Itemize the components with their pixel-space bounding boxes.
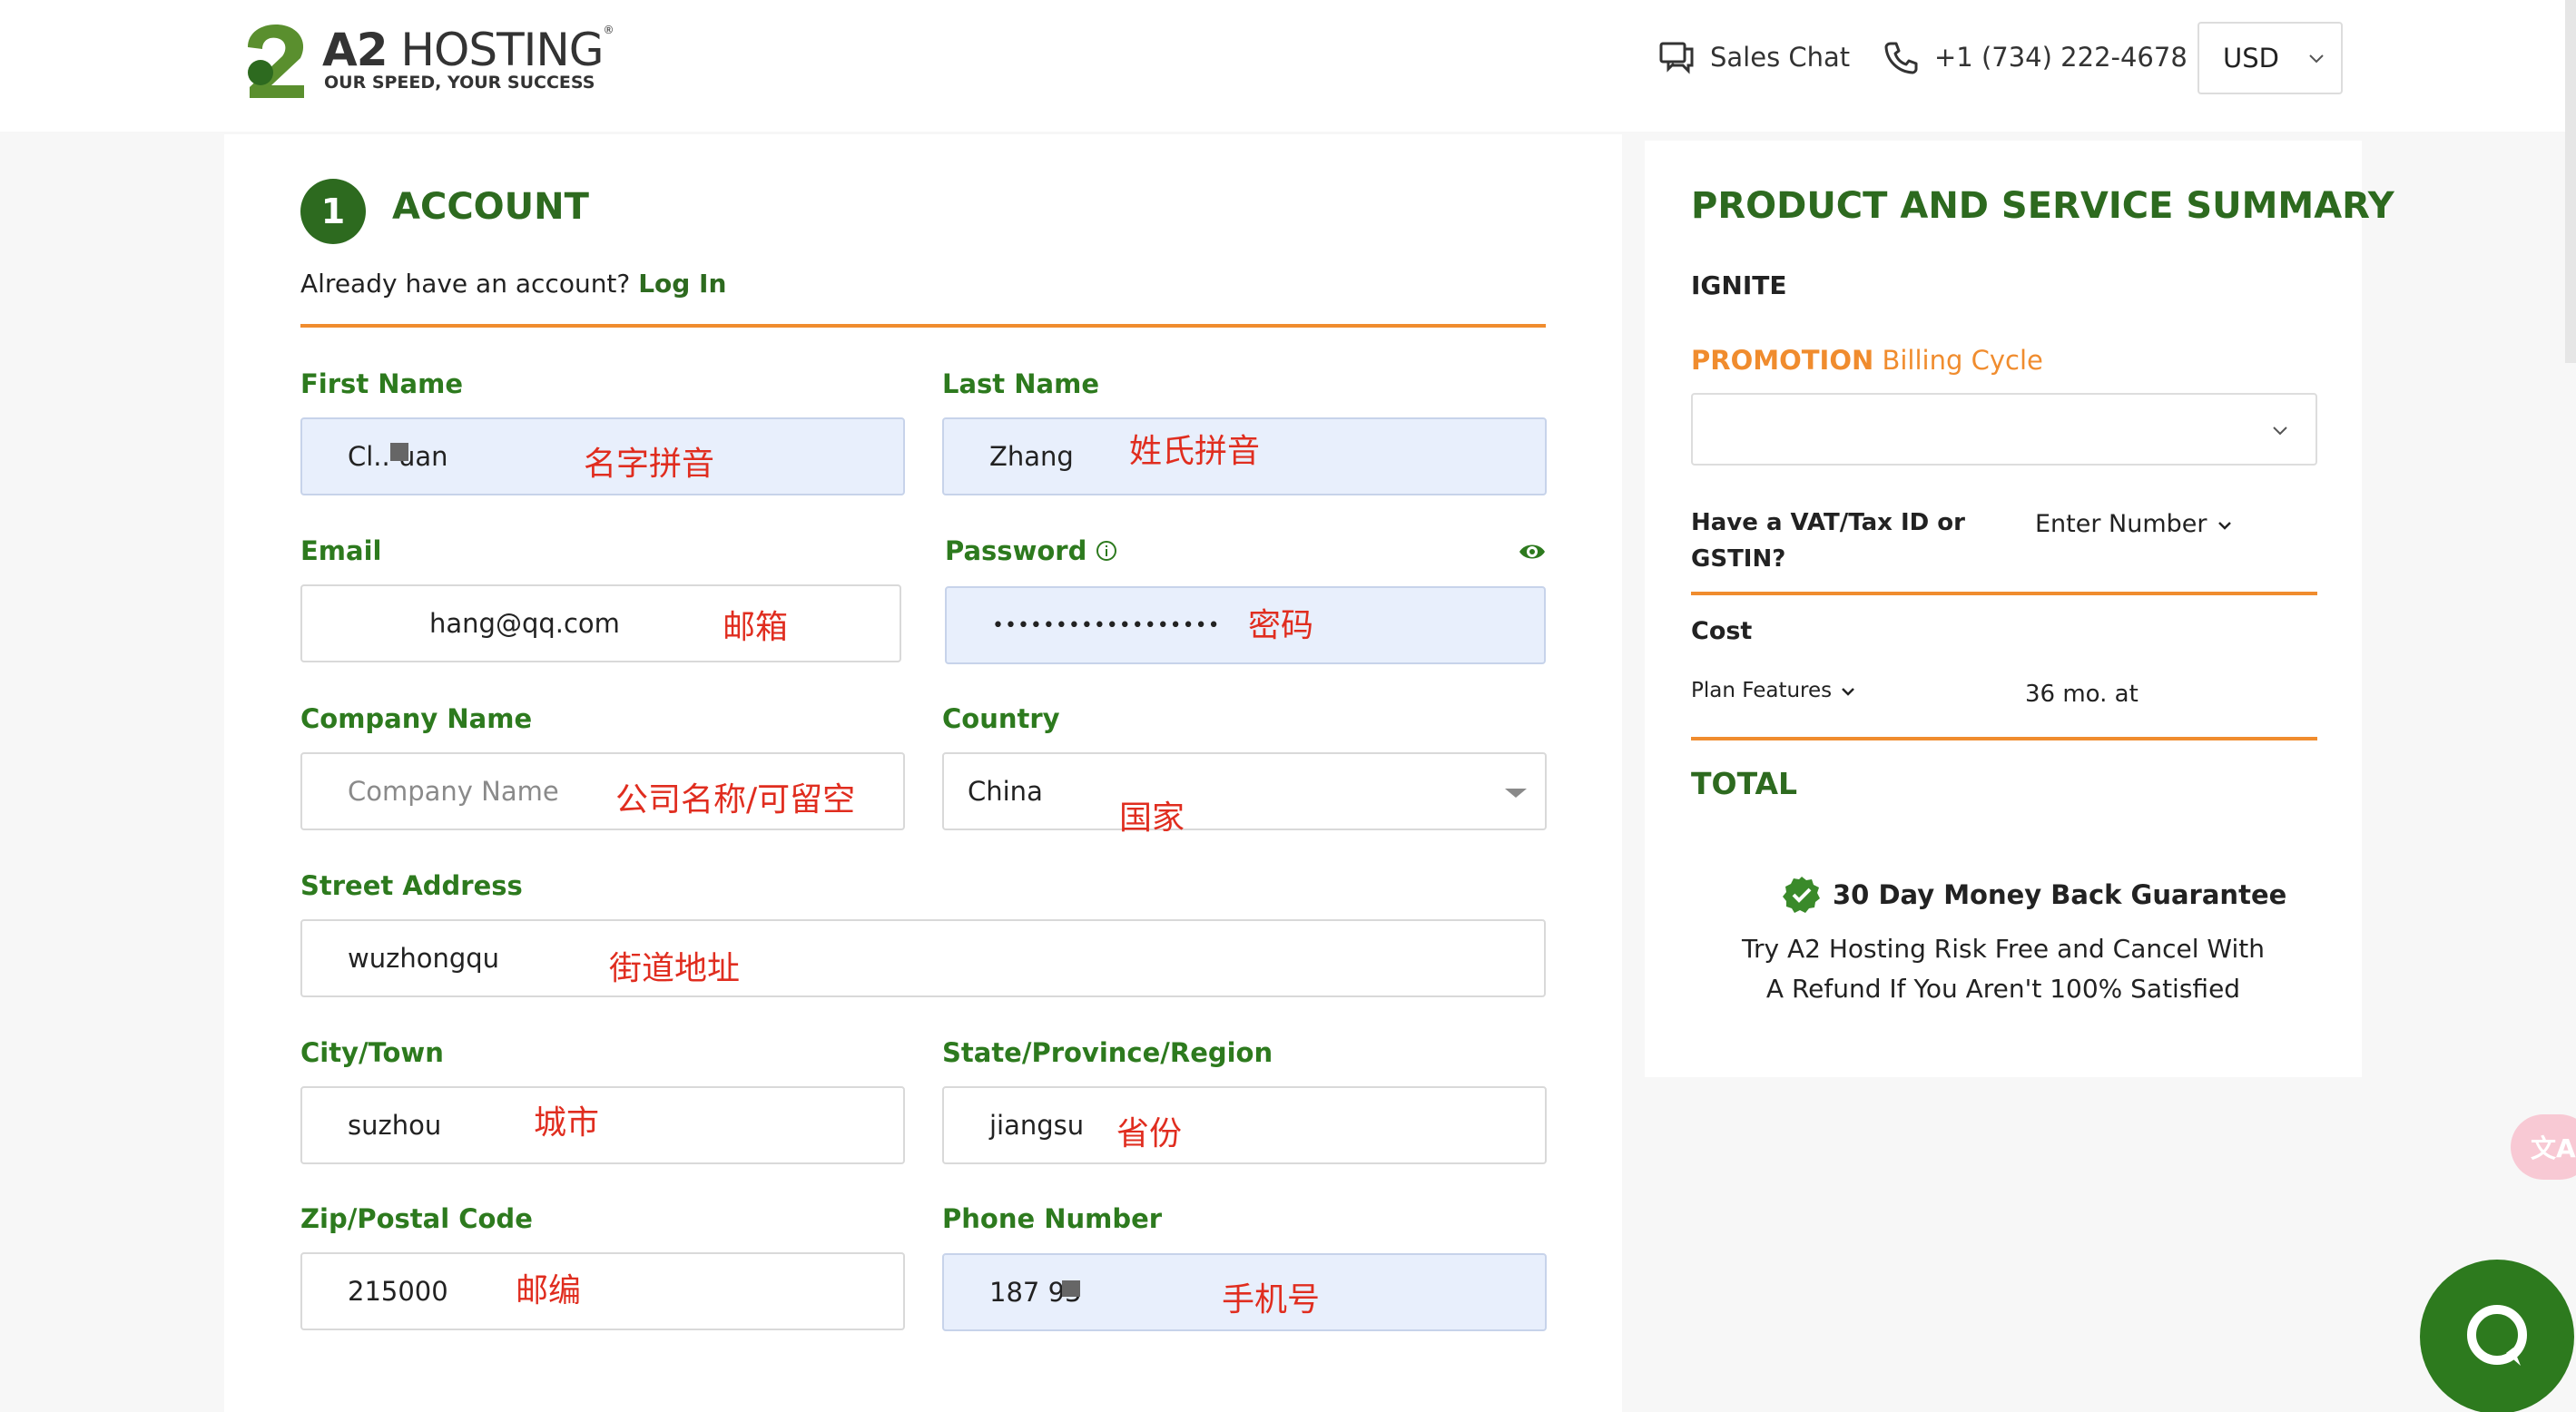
password-input[interactable]: •••••••••••••••••• xyxy=(945,586,1546,664)
password-label: Password xyxy=(945,535,1117,566)
billing-cycle-select[interactable] xyxy=(1691,393,2317,466)
state-label: State/Province/Region xyxy=(942,1037,1273,1068)
plan-features-toggle[interactable]: Plan Features xyxy=(1691,679,1858,702)
enter-vat-number-toggle[interactable]: Enter Number xyxy=(2035,510,2235,538)
logo-tagline: OUR SPEED, YOUR SUCCESS xyxy=(324,73,595,93)
section-divider xyxy=(300,324,1546,328)
chevron-down-icon xyxy=(2218,521,2231,530)
password-annotation: 密码 xyxy=(1248,607,1314,644)
sales-chat-label: Sales Chat xyxy=(1710,42,1851,73)
country-annotation: 国家 xyxy=(1119,799,1185,837)
street-address-label: Street Address xyxy=(300,870,523,901)
currency-value: USD xyxy=(2223,43,2279,74)
guarantee-title: 30 Day Money Back Guarantee xyxy=(1782,875,2286,915)
show-password-icon[interactable] xyxy=(1518,540,1547,564)
guarantee-description: Try A2 Hosting Risk Free and Cancel With… xyxy=(1742,934,2265,1004)
login-link[interactable]: Log In xyxy=(638,269,726,299)
sales-chat-link[interactable]: Sales Chat xyxy=(1657,38,1850,76)
vat-question: Have a VAT/Tax ID or GSTIN? xyxy=(1691,509,1965,573)
state-annotation: 省份 xyxy=(1116,1115,1183,1152)
currency-select[interactable]: USD xyxy=(2197,22,2343,94)
zip-code-label: Zip/Postal Code xyxy=(300,1203,533,1234)
page-scrollbar[interactable] xyxy=(2565,0,2576,363)
step-number-badge: 1 xyxy=(300,179,366,244)
chevron-down-icon xyxy=(1842,687,1855,696)
summary-divider xyxy=(1691,592,2317,595)
a2-hosting-logo[interactable]: A2 HOSTING® OUR SPEED, YOUR SUCCESS xyxy=(241,20,622,100)
last-name-annotation: 姓氏拼音 xyxy=(1129,433,1261,470)
plan-name: IGNITE xyxy=(1691,270,1787,300)
chat-bubble-icon xyxy=(2467,1305,2527,1366)
summary-title: PRODUCT AND SERVICE SUMMARY xyxy=(1691,185,2394,227)
live-chat-button[interactable] xyxy=(2420,1260,2574,1412)
redaction-mark xyxy=(1062,1280,1080,1297)
city-annotation: 城市 xyxy=(534,1104,600,1142)
email-label: Email xyxy=(300,535,382,566)
company-name-label: Company Name xyxy=(300,703,533,734)
first-name-label: First Name xyxy=(300,368,463,399)
country-select[interactable]: China xyxy=(942,752,1547,830)
zip-code-annotation: 邮编 xyxy=(516,1272,582,1309)
login-prompt: Already have an account? Log In xyxy=(300,269,727,299)
company-name-annotation: 公司名称/可留空 xyxy=(615,781,856,819)
caret-down-icon xyxy=(1505,789,1527,798)
verified-badge-icon xyxy=(1783,877,1820,913)
logo-wordmark: A2 HOSTING® xyxy=(322,24,615,76)
country-label: Country xyxy=(942,703,1060,734)
term-label: 36 mo. at xyxy=(2025,681,2138,708)
chevron-down-icon xyxy=(2309,54,2324,64)
summary-divider xyxy=(1691,737,2317,740)
account-section-title: ACCOUNT xyxy=(392,186,589,228)
top-header: A2 HOSTING® OUR SPEED, YOUR SUCCESS Sale… xyxy=(0,0,2576,132)
last-name-label: Last Name xyxy=(942,368,1099,399)
city-input[interactable]: suzhou xyxy=(300,1086,905,1164)
redaction-mark xyxy=(390,443,408,461)
state-input[interactable]: jiangsu xyxy=(942,1086,1547,1164)
info-icon[interactable] xyxy=(1096,540,1117,562)
phone-link[interactable]: +1 (734) 222-4678 xyxy=(1882,38,2188,76)
street-address-annotation: 街道地址 xyxy=(609,950,741,987)
phone-number: +1 (734) 222-4678 xyxy=(1934,42,2188,73)
chat-bubbles-icon xyxy=(1659,42,1694,74)
first-name-annotation: 名字拼音 xyxy=(584,446,715,483)
email-annotation: 邮箱 xyxy=(723,609,789,646)
translate-icon[interactable]: 文A xyxy=(2511,1114,2576,1180)
a2-logo-mark-icon xyxy=(248,25,304,98)
cost-label: Cost xyxy=(1691,617,1753,645)
phone-number-annotation: 手机号 xyxy=(1222,1281,1321,1319)
street-address-input[interactable]: wuzhongqu xyxy=(300,919,1546,997)
chevron-down-icon xyxy=(2273,427,2287,436)
phone-icon xyxy=(1884,42,1918,74)
email-input[interactable]: hang@qq.com xyxy=(300,584,901,662)
phone-number-label: Phone Number xyxy=(942,1203,1163,1234)
total-label: TOTAL xyxy=(1691,766,1798,801)
city-label: City/Town xyxy=(300,1037,444,1068)
billing-cycle-label: PROMOTION Billing Cycle xyxy=(1691,345,2043,376)
zip-code-input[interactable]: 215000 xyxy=(300,1252,905,1330)
